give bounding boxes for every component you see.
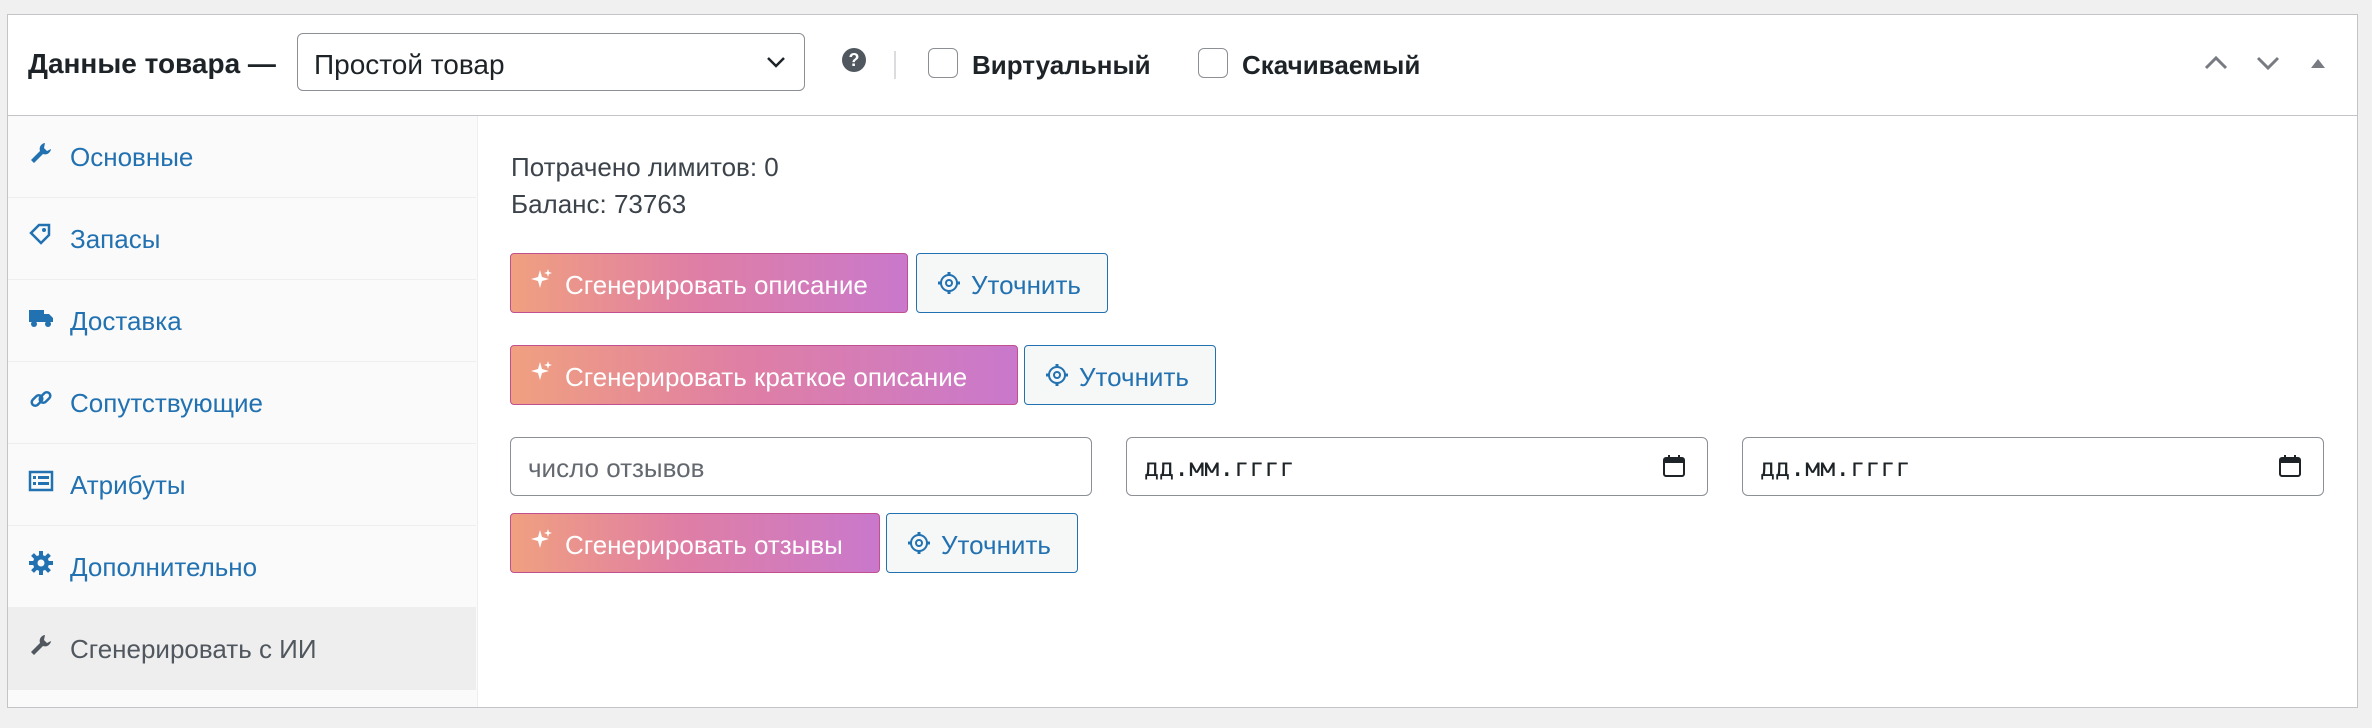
product-data-panel: Данные товара — Простой товар ? Виртуаль… [7, 14, 2358, 708]
panel-title: Данные товара — [28, 48, 276, 79]
virtual-checkbox[interactable] [928, 48, 958, 78]
reviews-count-placeholder: число отзывов [528, 453, 705, 483]
gear-icon [1046, 364, 1068, 386]
wrench-icon [31, 143, 51, 163]
tab-shipping-label: Доставка [70, 306, 182, 336]
tab-advanced[interactable]: Дополнительно [8, 526, 476, 608]
gear-icon [938, 272, 960, 294]
tab-generate-ai[interactable]: Сгенерировать с ИИ [8, 608, 476, 690]
panel-header: Данные товара — Простой товар ? Виртуаль… [8, 15, 2357, 116]
calendar-icon[interactable] [2277, 453, 2303, 479]
date-to-input[interactable]: дд.мм.гггг [1742, 437, 2324, 496]
tab-generate-ai-label: Сгенерировать с ИИ [70, 634, 317, 664]
downloadable-checkbox[interactable] [1198, 48, 1228, 78]
product-type-value: Простой товар [314, 49, 505, 80]
tab-attributes-label: Атрибуты [70, 470, 186, 500]
refine-reviews-label: Уточнить [941, 530, 1051, 560]
help-icon[interactable]: ? [842, 48, 866, 72]
reviews-count-input[interactable]: число отзывов [510, 437, 1092, 496]
gear-icon [29, 551, 53, 575]
product-data-tabs: Основные Запасы Доставка Сопутствующие А… [8, 116, 478, 707]
tab-general-label: Основные [70, 142, 194, 172]
refine-short-description-label: Уточнить [1079, 362, 1189, 392]
truck-icon [29, 310, 53, 327]
product-type-select[interactable]: Простой товар [297, 33, 805, 91]
move-down-icon[interactable] [2250, 45, 2286, 81]
generate-description-button[interactable]: Сгенерировать описание [510, 253, 908, 313]
generate-short-description-label: Сгенерировать краткое описание [565, 362, 968, 392]
tab-advanced-label: Дополнительно [70, 552, 258, 582]
gear-icon [908, 532, 930, 554]
refine-description-button[interactable]: Уточнить [916, 253, 1108, 313]
tab-attributes[interactable]: Атрибуты [8, 444, 476, 526]
tab-general[interactable]: Основные [8, 116, 476, 198]
sparkles-icon [531, 361, 552, 380]
tab-inventory[interactable]: Запасы [8, 198, 476, 280]
refine-reviews-button[interactable]: Уточнить [886, 513, 1078, 573]
calendar-icon[interactable] [1661, 453, 1687, 479]
refine-description-label: Уточнить [971, 270, 1081, 300]
generate-description-label: Сгенерировать описание [565, 270, 868, 300]
balance-text: Баланс: 73763 [511, 189, 687, 219]
chevron-down-icon [767, 57, 785, 68]
collapse-toggle-icon[interactable] [2300, 45, 2336, 81]
tab-shipping[interactable]: Доставка [8, 280, 476, 362]
tab-inventory-label: Запасы [70, 224, 161, 254]
header-divider [894, 51, 896, 79]
tab-linked-products[interactable]: Сопутствующие [8, 362, 476, 444]
wrench-icon [31, 635, 51, 655]
limits-used-text: Потрачено лимитов: 0 [511, 152, 779, 182]
date-from-placeholder: дд.мм.гггг [1144, 453, 1295, 482]
generate-reviews-label: Сгенерировать отзывы [565, 530, 843, 560]
virtual-label: Виртуальный [972, 50, 1151, 80]
generate-short-description-button[interactable]: Сгенерировать краткое описание [510, 345, 1018, 405]
date-to-placeholder: дд.мм.гггг [1760, 453, 1911, 482]
sparkles-icon [531, 269, 552, 288]
tab-linked-products-label: Сопутствующие [70, 388, 263, 418]
generate-reviews-button[interactable]: Сгенерировать отзывы [510, 513, 880, 573]
refine-short-description-button[interactable]: Уточнить [1024, 345, 1216, 405]
sparkles-icon [531, 529, 552, 548]
move-up-icon[interactable] [2198, 45, 2234, 81]
downloadable-label: Скачиваемый [1242, 50, 1421, 80]
link-icon [30, 390, 52, 408]
date-from-input[interactable]: дд.мм.гггг [1126, 437, 1708, 496]
tag-icon [29, 223, 51, 245]
list-view-icon [28, 470, 54, 492]
